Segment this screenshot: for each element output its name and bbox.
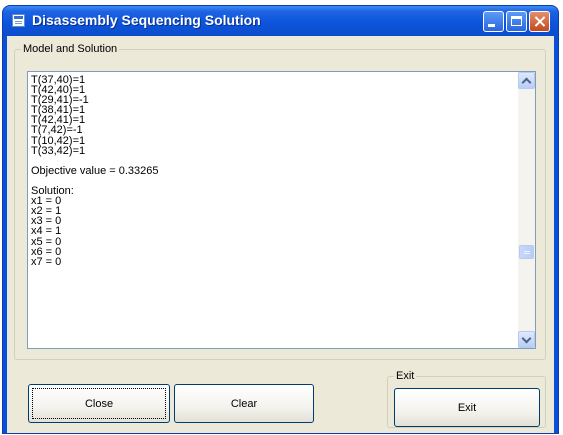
model-solution-textarea[interactable]: T(37,40)=1 T(42,40)=1 T(29,41)=-1 T(38,41)=… bbox=[27, 71, 536, 349]
text-line: x4 = 1 bbox=[31, 225, 62, 238]
close-button[interactable]: Close bbox=[28, 384, 170, 423]
minimize-icon[interactable] bbox=[483, 11, 504, 32]
clear-button[interactable]: Clear bbox=[174, 384, 314, 423]
text-line: x2 = 1 bbox=[31, 205, 62, 218]
text-line: T(42,41)=1 bbox=[31, 114, 86, 127]
text-line: T(33,42)=1 bbox=[31, 144, 86, 157]
vertical-scrollbar[interactable] bbox=[518, 72, 535, 348]
text-line: x3 = 0 bbox=[31, 215, 62, 228]
text-line: x7 = 0 bbox=[31, 255, 62, 268]
text-line: T(37,40)=1 bbox=[31, 75, 86, 86]
text-line: x5 = 0 bbox=[31, 235, 62, 248]
text-line: x1 = 0 bbox=[31, 195, 62, 208]
text-line: T(7,42)=-1 bbox=[31, 124, 83, 137]
model-and-solution-label: Model and Solution bbox=[23, 43, 118, 55]
window-client-area: Model and Solution T(37,40)=1 T(42,40)=1 T… bbox=[7, 36, 554, 433]
scrollbar-thumb[interactable] bbox=[519, 245, 534, 259]
title-bar[interactable]: Disassembly Sequencing Solution bbox=[3, 6, 558, 36]
window-title: Disassembly Sequencing Solution bbox=[32, 12, 261, 28]
text-line: x6 = 0 bbox=[31, 245, 62, 258]
close-icon[interactable] bbox=[529, 11, 550, 32]
text-line: T(42,40)=1 bbox=[31, 84, 86, 97]
text-line: Objective value = 0.33265 bbox=[31, 164, 159, 177]
application-window-icon[interactable] bbox=[12, 14, 25, 27]
exit-button[interactable]: Exit bbox=[394, 388, 540, 427]
textarea-content[interactable]: T(37,40)=1 T(42,40)=1 T(29,41)=-1 T(38,41)=… bbox=[31, 75, 511, 345]
maximize-icon[interactable] bbox=[506, 11, 527, 32]
text-line: Solution: bbox=[31, 185, 74, 198]
text-line bbox=[31, 176, 511, 186]
chevron-up-icon[interactable] bbox=[518, 72, 535, 89]
chevron-down-icon[interactable] bbox=[518, 331, 535, 348]
text-line: T(10,42)=1 bbox=[31, 134, 86, 147]
exit-group-label: Exit bbox=[396, 370, 415, 382]
text-line: T(38,41)=1 bbox=[31, 104, 86, 117]
application-window: Disassembly Sequencing Solution Model an… bbox=[3, 6, 558, 433]
text-line: T(29,41)=-1 bbox=[31, 94, 89, 107]
